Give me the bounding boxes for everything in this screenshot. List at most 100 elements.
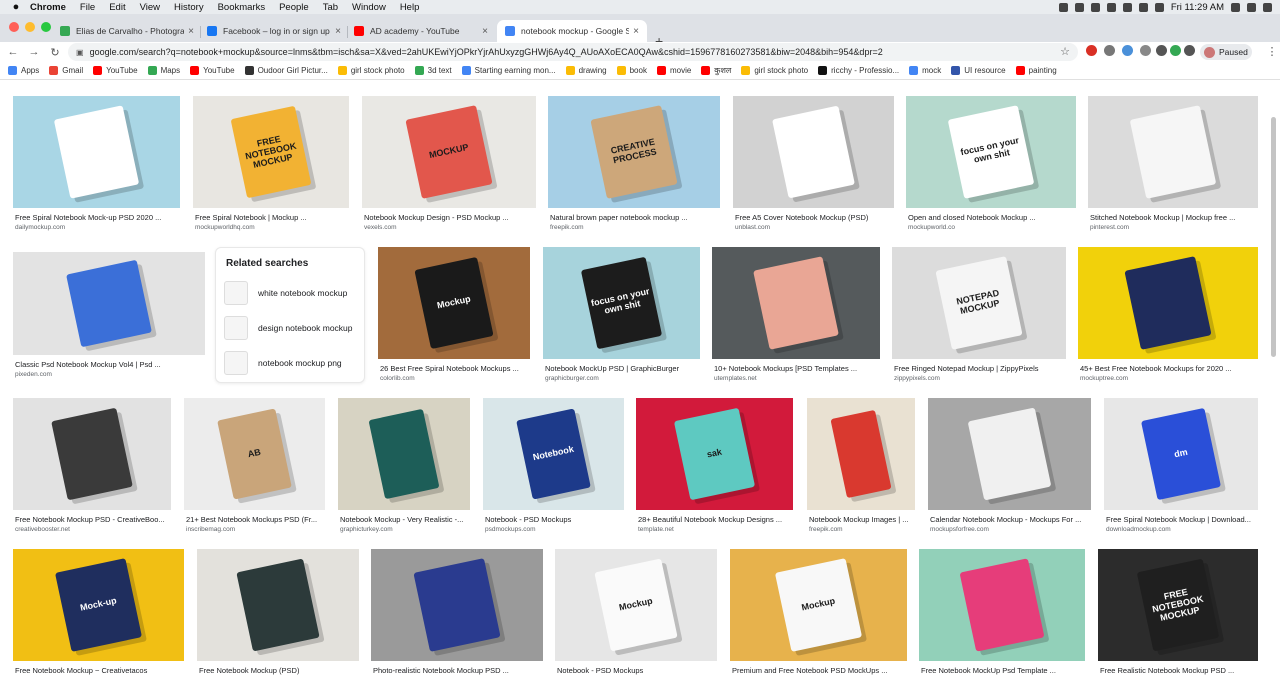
related-search-item[interactable]: white notebook mockup [224,280,364,306]
result-thumbnail[interactable]: CREATIVE PROCESS [548,96,720,208]
menu-item-people[interactable]: People [279,2,309,13]
result-title[interactable]: Free Spiral Notebook Mockup | Download..… [1106,515,1258,524]
result-source[interactable]: unblast.com [735,224,894,231]
image-result-card[interactable]: Mockup Premium and Free Notebook PSD Mock… [730,549,907,676]
result-source[interactable]: dailymockup.com [15,224,180,231]
image-result-card[interactable]: MOCKUP Notebook Mockup Design - PSD Mocku… [362,96,536,234]
image-result-card[interactable]: 45+ Best Free Notebook Mockups for 2020 … [1078,247,1258,385]
result-source[interactable]: graphicburger.com [545,375,700,382]
result-title[interactable]: Free Notebook MockUp Psd Template ... [921,666,1085,675]
result-source[interactable]: template.net [638,526,793,533]
menu-item-view[interactable]: View [140,2,160,13]
result-title[interactable]: Free Spiral Notebook Mock-up PSD 2020 ..… [15,213,180,222]
result-thumbnail[interactable]: focus on your own shit [906,96,1076,208]
control-center-icon[interactable] [1263,2,1272,12]
menu-item-tab[interactable]: Tab [323,2,338,13]
result-title[interactable]: Free Spiral Notebook | Mockup ... [195,213,349,222]
menu-item-file[interactable]: File [80,2,95,13]
close-tab-icon[interactable]: × [188,26,194,37]
opera-extension-icon[interactable] [1086,45,1097,56]
result-title[interactable]: Notebook Mockup - Very Realistic -... [340,515,470,524]
image-result-card[interactable]: focus on your own shit Notebook MockUp PS… [543,247,700,385]
image-result-card[interactable]: 10+ Notebook Mockups [PSD Templates ... u… [712,247,880,385]
menu-item-edit[interactable]: Edit [109,2,125,13]
bookmark-item[interactable]: Gmail [49,66,83,75]
result-thumbnail[interactable] [338,398,470,510]
result-source[interactable]: freepik.com [809,526,915,533]
browser-tab[interactable]: notebook mockup - Google Se × [497,20,647,42]
result-thumbnail[interactable]: Mockup [730,549,907,661]
result-title[interactable]: Free Realistic Notebook Mockup PSD ... [1100,666,1258,675]
image-result-card[interactable]: Mockup 26 Best Free Spiral Notebook Mocku… [378,247,530,385]
result-thumbnail[interactable]: FREE NOTEBOOK MOCKUP [193,96,349,208]
result-source[interactable]: utemplates.net [714,375,880,382]
image-result-card[interactable]: Free A5 Cover Notebook Mockup (PSD) unbla… [733,96,894,234]
chrome-menu-icon[interactable]: ⋮ [1264,45,1280,58]
result-source[interactable]: graphicturkey.com [340,526,470,533]
menu-item-bookmarks[interactable]: Bookmarks [218,2,266,13]
image-result-card[interactable]: FREE NOTEBOOK MOCKUP Free Spiral Notebook… [193,96,349,234]
image-result-card[interactable]: Stitched Notebook Mockup | Mockup free .… [1088,96,1258,234]
result-source[interactable]: downloadmockup.com [1106,526,1258,533]
browser-tab[interactable]: Facebook – log in or sign up × [199,20,349,42]
bookmark-item[interactable]: Maps [147,66,180,75]
close-window-button[interactable] [9,22,19,32]
result-thumbnail[interactable] [197,549,359,661]
bookmark-item[interactable]: Apps [8,66,39,75]
result-thumbnail[interactable] [371,549,543,661]
bookmark-item[interactable]: girl stock photo [741,66,808,75]
browser-tab[interactable]: Elias de Carvalho - Photograph × [52,20,202,42]
close-tab-icon[interactable]: × [335,26,341,37]
bookmark-item[interactable]: YouTube [190,66,235,75]
iq-extension-icon[interactable] [1122,45,1133,56]
mask-extension-icon[interactable] [1156,45,1167,56]
bookmark-item[interactable]: ricchy - Professio... [818,66,899,75]
result-thumbnail[interactable]: sak [636,398,793,510]
minimize-window-button[interactable] [25,22,35,32]
result-thumbnail[interactable]: Mockup [378,247,530,359]
result-thumbnail[interactable] [1088,96,1258,208]
url-text[interactable]: google.com/search?q=notebook+mockup&sour… [90,47,883,57]
result-title[interactable]: Calendar Notebook Mockup - Mockups For .… [930,515,1091,524]
image-result-card[interactable]: FREE NOTEBOOK MOCKUP Free Realistic Noteb… [1098,549,1258,676]
address-bar[interactable]: ▣ google.com/search?q=notebook+mockup&sou… [68,43,1078,61]
result-title[interactable]: 45+ Best Free Notebook Mockups for 2020 … [1080,364,1258,373]
result-thumbnail[interactable]: MOCKUP [362,96,536,208]
result-title[interactable]: Stitched Notebook Mockup | Mockup free .… [1090,213,1258,222]
result-thumbnail[interactable]: Mock-up [13,549,184,661]
image-result-card[interactable]: Free Notebook Mockup (PSD) [197,549,359,676]
vpn-icon[interactable] [1074,2,1084,12]
bookmark-item[interactable]: drawing [565,66,607,75]
bookmark-item[interactable]: girl stock photo [337,66,405,75]
image-result-card[interactable]: Free Notebook Mockup PSD - CreativeBoo..… [13,398,171,536]
extensions-puzzle-icon[interactable] [1184,45,1195,56]
result-title[interactable]: Notebook Mockup Design - PSD Mockup ... [364,213,536,222]
camera-extension-icon[interactable] [1104,45,1115,56]
back-icon[interactable]: ← [5,46,21,58]
result-source[interactable]: mockupworldhq.com [195,224,349,231]
result-title[interactable]: Open and closed Notebook Mockup ... [908,213,1076,222]
result-thumbnail[interactable]: NOTEPAD MOCKUP [892,247,1066,359]
result-source[interactable]: zippypixels.com [894,375,1066,382]
result-title[interactable]: 10+ Notebook Mockups [PSD Templates ... [714,364,880,373]
result-title[interactable]: Notebook - PSD Mockups [557,666,717,675]
result-thumbnail[interactable] [807,398,915,510]
forward-icon[interactable]: → [26,46,42,58]
result-title[interactable]: 21+ Best Notebook Mockups PSD (Fr... [186,515,325,524]
bookmark-item[interactable]: Oudoor Girl Pictur... [244,66,328,75]
grammarly-extension-icon[interactable] [1170,45,1181,56]
result-title[interactable]: Premium and Free Notebook PSD MockUps ..… [732,666,907,675]
shield-extension-icon[interactable] [1140,45,1151,56]
bookmark-item[interactable]: कुशल [701,65,731,76]
result-thumbnail[interactable]: AB [184,398,325,510]
image-result-card[interactable]: Mockup Notebook - PSD Mockups [555,549,717,676]
result-title[interactable]: 28+ Beautiful Notebook Mockup Designs ..… [638,515,793,524]
result-thumbnail[interactable]: FREE NOTEBOOK MOCKUP [1098,549,1258,661]
menu-item-window[interactable]: Window [352,2,386,13]
result-title[interactable]: Natural brown paper notebook mockup ... [550,213,720,222]
result-title[interactable]: Free Notebook Mockup ~ Creativetacos [15,666,184,675]
lock-icon[interactable]: ▣ [76,48,84,57]
apple-icon[interactable]: ● [10,1,22,13]
result-thumbnail[interactable] [928,398,1091,510]
result-title[interactable]: Notebook MockUp PSD | GraphicBurger [545,364,700,373]
